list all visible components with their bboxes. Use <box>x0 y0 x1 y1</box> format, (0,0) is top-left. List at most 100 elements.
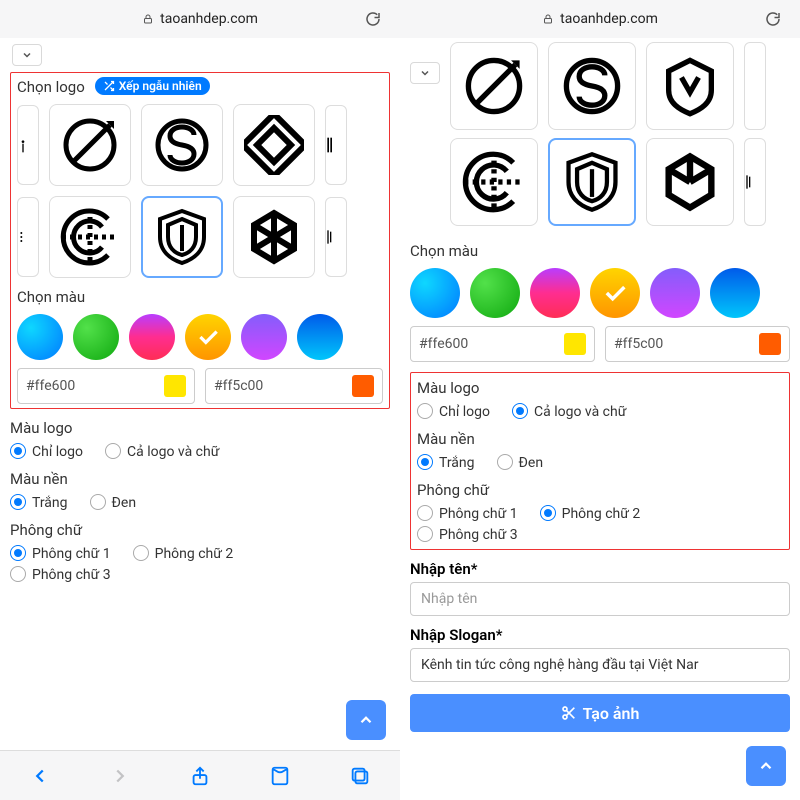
lock-icon <box>542 13 554 25</box>
color-swatch[interactable] <box>410 268 460 318</box>
radio-logo-only[interactable]: Chỉ logo <box>10 443 83 460</box>
radio-logo-only[interactable]: Chỉ logo <box>417 403 490 420</box>
logo-tile[interactable] <box>646 42 734 130</box>
logo-icon <box>244 115 304 175</box>
color-swatch[interactable] <box>241 314 287 360</box>
logo-tile-partial[interactable] <box>744 42 766 130</box>
color-swatch[interactable] <box>650 268 700 318</box>
chevron-up-icon <box>357 711 375 729</box>
color-swatch[interactable] <box>470 268 520 318</box>
logo-tile[interactable] <box>233 196 315 278</box>
logo-tile[interactable] <box>233 104 315 186</box>
scroll-top-button[interactable] <box>346 700 386 740</box>
slogan-input[interactable]: Kênh tin tức công nghệ hàng đầu tại Việt… <box>410 648 790 682</box>
hex-input-right[interactable]: #ff5c00 <box>205 368 383 404</box>
color-swatch-selected[interactable] <box>185 314 231 360</box>
hex-input-left[interactable]: #ffe600 <box>410 326 595 362</box>
radio-font1[interactable]: Phông chữ 1 <box>417 505 518 522</box>
radio-font2[interactable]: Phông chữ 2 <box>540 505 641 522</box>
share-icon[interactable] <box>189 765 211 787</box>
logo-icon <box>462 54 526 118</box>
url-text: taoanhdep.com <box>560 11 658 27</box>
hex-swatch <box>352 375 374 397</box>
font-title: Phông chữ <box>10 521 390 539</box>
logo-tile[interactable] <box>49 104 131 186</box>
name-label: Nhập tên* <box>410 560 790 578</box>
hex-input-left[interactable]: #ffe600 <box>17 368 195 404</box>
color-swatch[interactable] <box>710 268 760 318</box>
logo-icon <box>658 54 722 118</box>
address-bar[interactable]: taoanhdep.com <box>0 0 400 38</box>
lock-icon <box>142 13 154 25</box>
radio-white[interactable]: Trắng <box>417 454 475 471</box>
logo-icon <box>60 115 120 175</box>
bg-color-title: Màu nền <box>10 470 390 488</box>
color-swatch[interactable] <box>129 314 175 360</box>
radio-font3[interactable]: Phông chữ 3 <box>10 566 111 583</box>
radio-black[interactable]: Đen <box>497 454 544 471</box>
color-swatch[interactable] <box>73 314 119 360</box>
color-swatch[interactable] <box>17 314 63 360</box>
radio-logo-text[interactable]: Cả logo và chữ <box>512 403 626 420</box>
shuffle-badge[interactable]: Xếp ngẫu nhiên <box>95 77 210 95</box>
logo-color-title: Màu logo <box>417 379 783 397</box>
color-swatch-selected[interactable] <box>590 268 640 318</box>
bookmarks-icon[interactable] <box>269 765 291 787</box>
radio-font3[interactable]: Phông chữ 3 <box>417 526 518 543</box>
hex-swatch <box>164 375 186 397</box>
logo-icon <box>326 207 346 267</box>
collapse-button[interactable] <box>12 44 42 66</box>
logo-icon <box>326 115 346 175</box>
shuffle-icon <box>103 80 115 92</box>
font-title: Phông chữ <box>417 481 783 499</box>
logo-tile-partial[interactable] <box>17 197 39 277</box>
back-icon[interactable] <box>29 765 51 787</box>
shield-icon <box>152 207 212 267</box>
hex-swatch <box>759 333 781 355</box>
logo-tile-partial[interactable] <box>744 138 766 226</box>
chevron-down-icon <box>21 49 33 61</box>
name-input[interactable]: Nhập tên <box>410 582 790 616</box>
url-text: taoanhdep.com <box>160 11 258 27</box>
hex-input-right[interactable]: #ff5c00 <box>605 326 790 362</box>
refresh-icon[interactable] <box>764 10 782 28</box>
logo-color-title: Màu logo <box>10 419 390 437</box>
safari-toolbar <box>0 750 400 800</box>
radio-black[interactable]: Đen <box>90 494 137 511</box>
chevron-up-icon <box>757 757 775 775</box>
logo-tile-selected[interactable] <box>141 196 223 278</box>
radio-white[interactable]: Trắng <box>10 494 68 511</box>
logo-icon <box>152 115 212 175</box>
logo-tile[interactable] <box>450 138 538 226</box>
radio-font2[interactable]: Phông chữ 2 <box>133 545 234 562</box>
scroll-top-button[interactable] <box>746 746 786 786</box>
logo-tile-partial[interactable] <box>325 105 347 185</box>
logo-icon <box>18 207 38 267</box>
logo-tile[interactable] <box>49 196 131 278</box>
radio-font1[interactable]: Phông chữ 1 <box>10 545 111 562</box>
radio-logo-text[interactable]: Cả logo và chữ <box>105 443 219 460</box>
logo-icon <box>560 54 624 118</box>
logo-tile[interactable] <box>646 138 734 226</box>
tabs-icon[interactable] <box>349 765 371 787</box>
color-swatch[interactable] <box>530 268 580 318</box>
logo-tile-selected[interactable] <box>548 138 636 226</box>
bg-color-title: Màu nền <box>417 430 783 448</box>
logo-icon <box>60 207 120 267</box>
shield-icon <box>560 150 624 214</box>
forward-icon[interactable] <box>109 765 131 787</box>
check-icon <box>601 279 629 307</box>
logo-tile[interactable] <box>450 42 538 130</box>
logo-tile-partial[interactable] <box>325 197 347 277</box>
create-button[interactable]: Tạo ảnh <box>410 694 790 732</box>
refresh-icon[interactable] <box>364 10 382 28</box>
check-icon <box>195 324 221 350</box>
logo-icon <box>658 150 722 214</box>
color-swatch[interactable] <box>297 314 343 360</box>
address-bar[interactable]: taoanhdep.com <box>400 0 800 38</box>
logo-tile-partial[interactable] <box>17 105 39 185</box>
logo-tile[interactable] <box>548 42 636 130</box>
logo-tile[interactable] <box>141 104 223 186</box>
collapse-button[interactable] <box>410 62 440 84</box>
logo-icon <box>745 150 765 214</box>
